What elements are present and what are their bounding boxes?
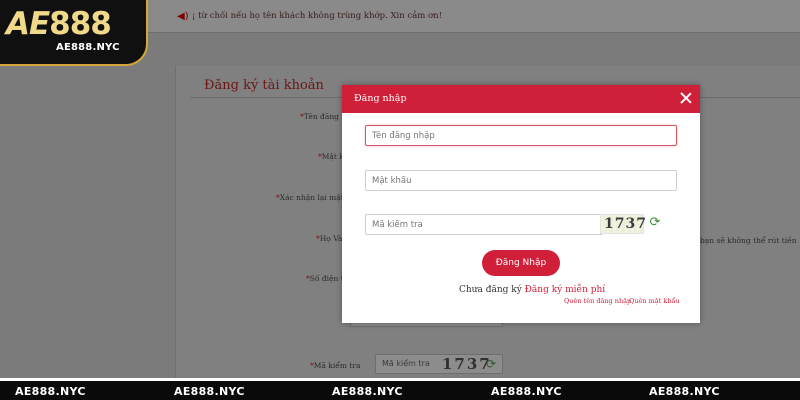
username-input[interactable] xyxy=(365,125,677,146)
register-free-link[interactable]: Đăng ký miễn phí xyxy=(525,285,606,295)
login-modal-title: Đăng nhập xyxy=(354,93,407,104)
logo-wordmark: AE888 xyxy=(6,6,112,42)
no-account-text: Chưa đăng ký xyxy=(459,285,522,295)
register-captcha-placeholder: Mã kiểm tra xyxy=(382,359,430,368)
watermark-text: AE888.NYC xyxy=(332,385,403,398)
register-label-username: *Tên đăng n xyxy=(300,112,347,121)
register-label-password: *Mật k xyxy=(318,152,344,161)
register-label-confirm-password: *Xác nhận lại mật k xyxy=(276,193,351,202)
captcha-input[interactable] xyxy=(365,214,603,235)
watermark-strip: AE888.NYC AE888.NYC AE888.NYC AE888.NYC … xyxy=(0,378,800,400)
notice-text: ¡ từ chối nếu họ tên khách không trùng k… xyxy=(192,11,443,21)
watermark-text: AE888.NYC xyxy=(649,385,720,398)
captcha-code: 1737 xyxy=(604,216,647,232)
logo-888: 888 xyxy=(49,6,112,42)
close-icon[interactable] xyxy=(678,90,694,106)
forgot-password-link[interactable]: Quên mật khẩu xyxy=(629,297,680,305)
speaker-icon: ◀) xyxy=(177,11,189,22)
register-captcha-field[interactable]: Mã kiểm tra 1737 ⟳ xyxy=(375,354,503,374)
login-modal: Đăng nhập 1737 ⟳ Đăng Nhập Chưa đăng ký … xyxy=(342,85,700,323)
site-logo[interactable]: AE888 AE888.NYC xyxy=(0,0,148,66)
register-side-note: bạn sẽ không thể rút tiền xyxy=(700,236,797,245)
register-label-fullname: *Họ Và xyxy=(316,234,343,243)
login-button[interactable]: Đăng Nhập xyxy=(482,250,560,276)
refresh-icon[interactable]: ⟳ xyxy=(648,216,662,230)
register-prompt: Chưa đăng ký Đăng ký miễn phí xyxy=(459,285,605,295)
logo-site-name: AE888.NYC xyxy=(56,42,120,53)
register-refresh-icon[interactable]: ⟳ xyxy=(486,357,496,371)
login-modal-header: Đăng nhập xyxy=(342,85,700,113)
password-input[interactable] xyxy=(365,170,677,191)
register-captcha-image: 1737 xyxy=(442,355,492,373)
register-label-captcha: *Mã kiểm tra xyxy=(310,361,361,370)
watermark-text: AE888.NYC xyxy=(174,385,245,398)
logo-ae: AE xyxy=(6,6,50,42)
register-title: Đăng ký tài khoản xyxy=(204,78,324,93)
forgot-username-link[interactable]: Quên tên đăng nhập xyxy=(564,297,631,305)
watermark-text: AE888.NYC xyxy=(15,385,86,398)
watermark-text: AE888.NYC xyxy=(491,385,562,398)
captcha-image: 1737 xyxy=(600,214,647,234)
